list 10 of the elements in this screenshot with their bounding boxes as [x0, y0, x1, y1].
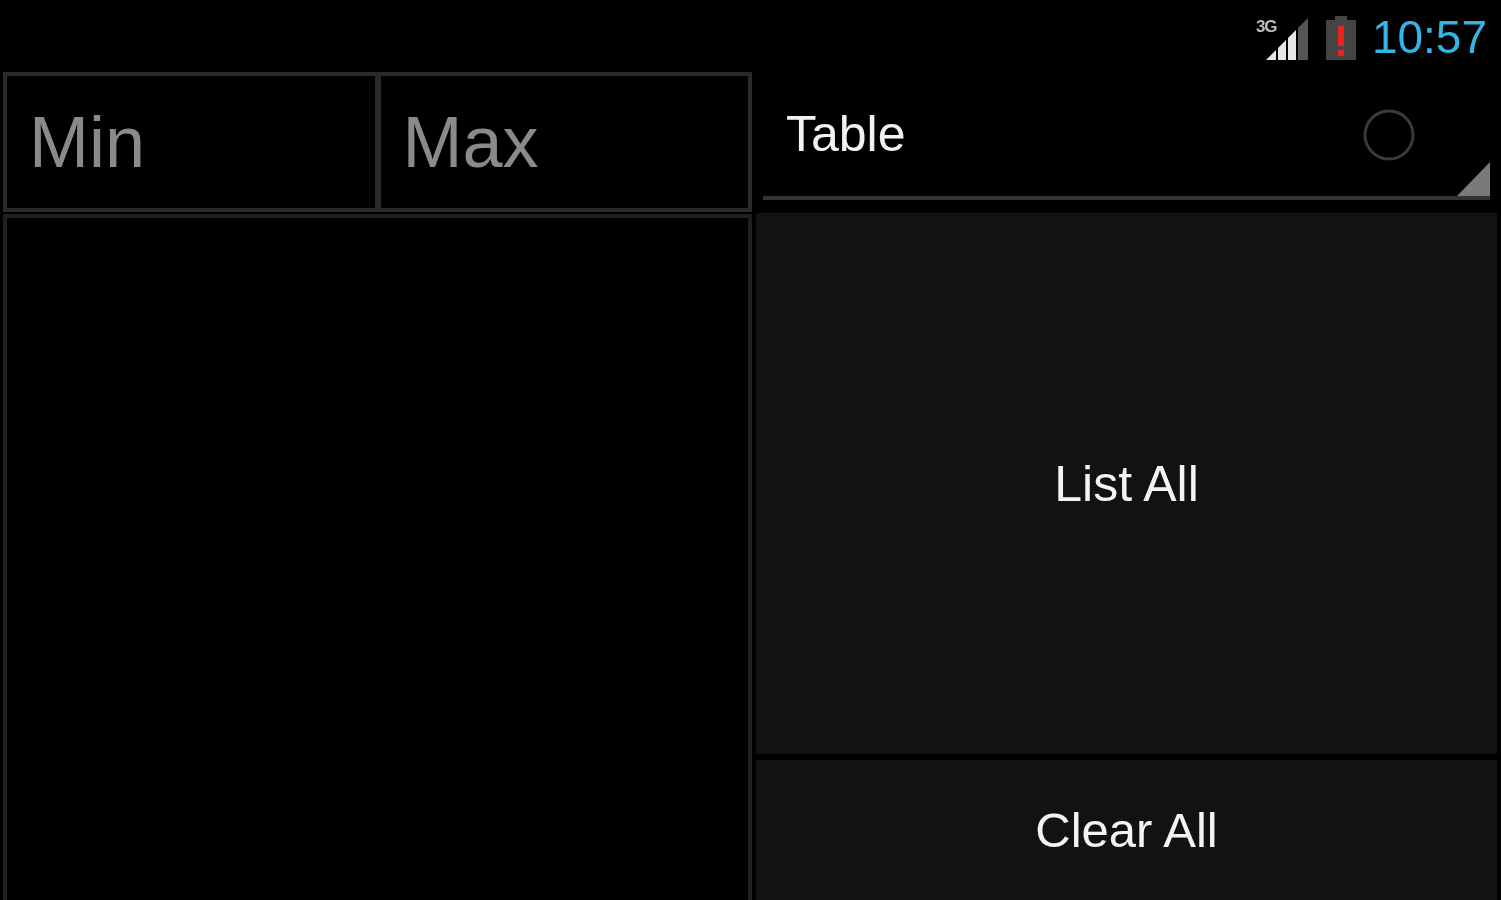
- network-type-label: 3G: [1255, 18, 1277, 35]
- battery-alert-icon: [1325, 16, 1356, 60]
- clear-button[interactable]: Clear All: [756, 760, 1497, 900]
- corner-triangle-icon: [1457, 161, 1490, 196]
- clock-time: 10:57: [1371, 14, 1487, 60]
- input-field[interactable]: Max: [378, 72, 752, 212]
- list-button[interactable]: List All: [756, 212, 1497, 755]
- radio-icon[interactable]: [1363, 108, 1415, 161]
- input-field[interactable]: Min: [3, 72, 379, 212]
- dropdown[interactable]: Table: [763, 72, 1490, 200]
